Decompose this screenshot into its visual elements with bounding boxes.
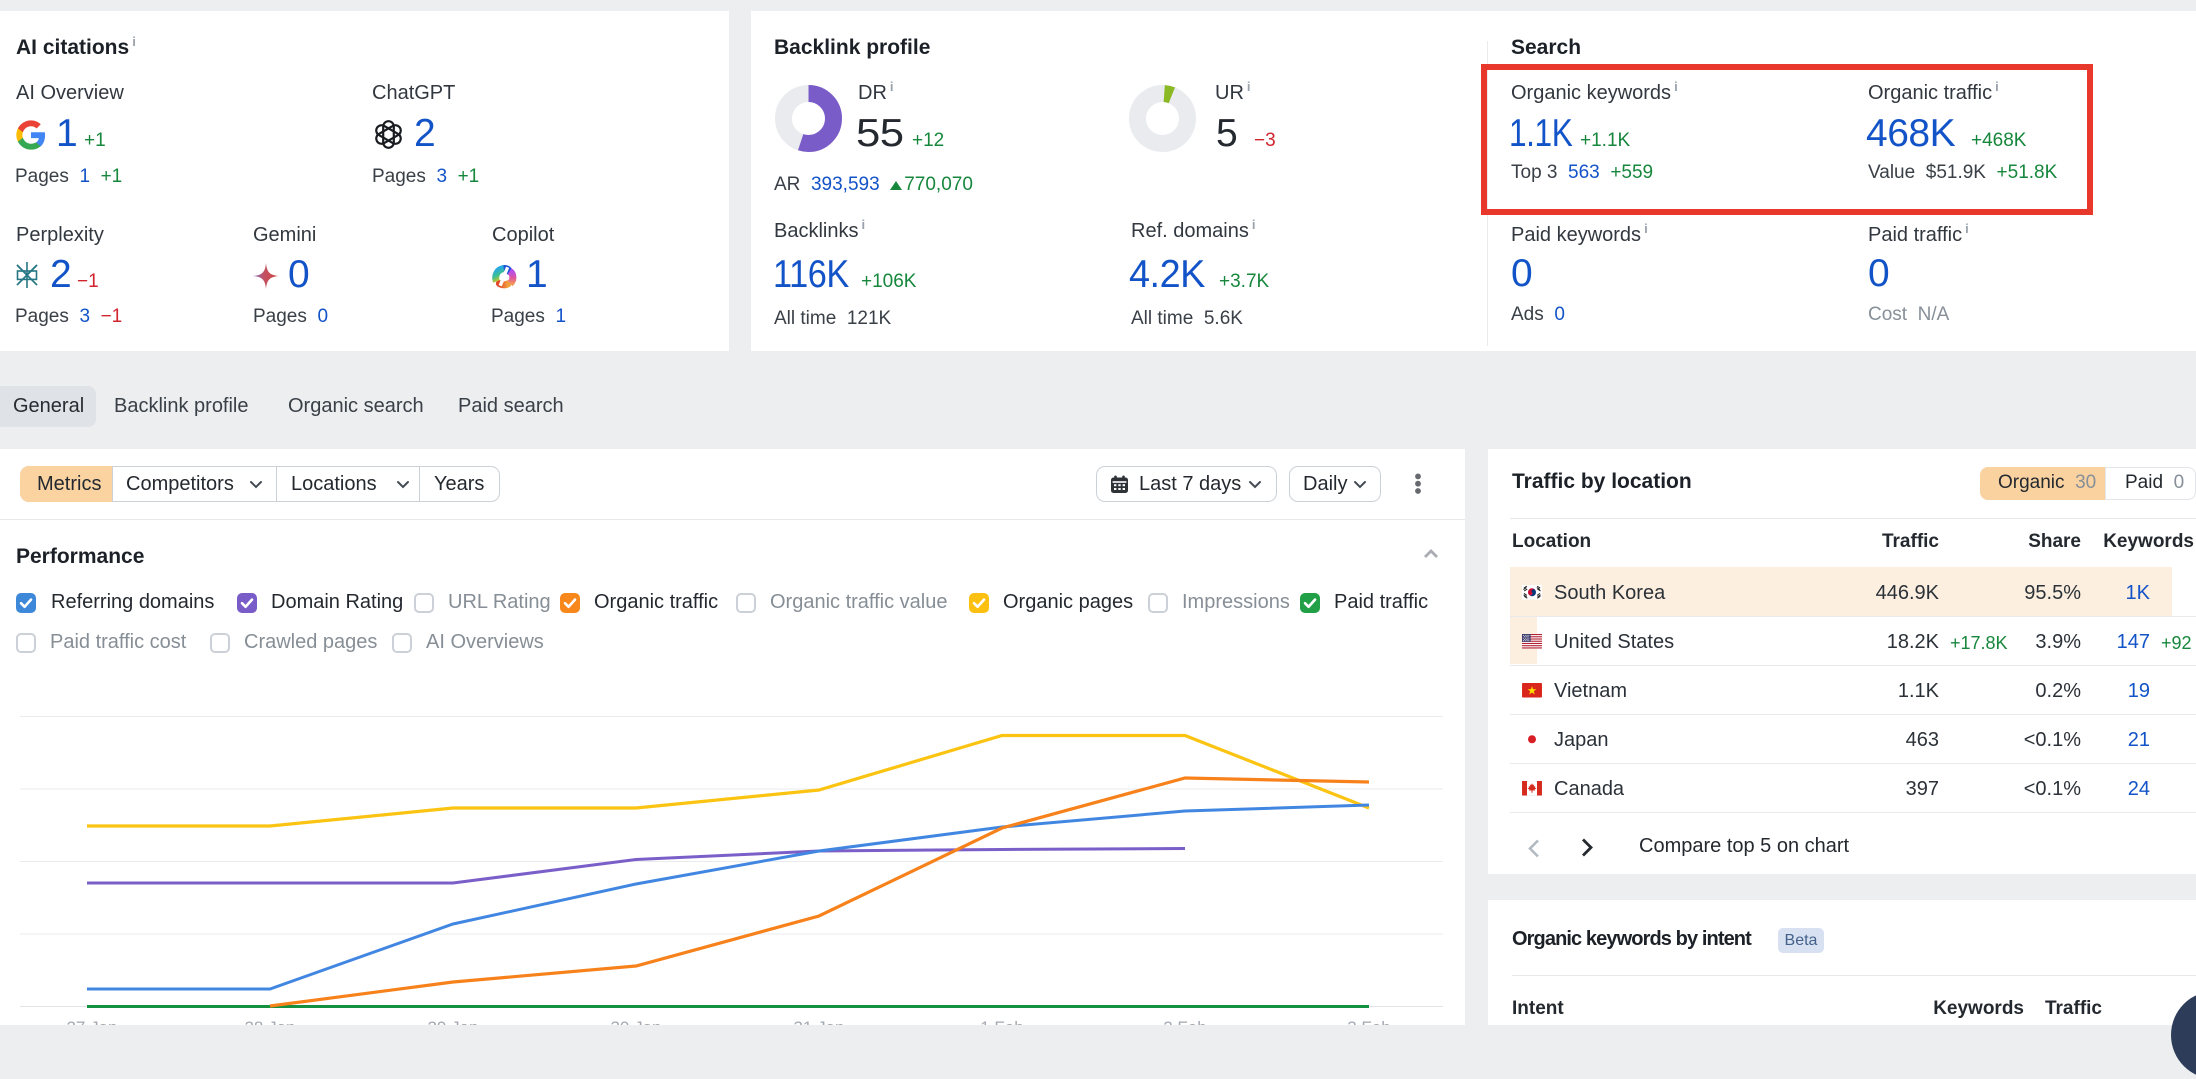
svg-text:28 Jan: 28 Jan xyxy=(244,1018,295,1025)
svg-text:29 Jan: 29 Jan xyxy=(427,1018,478,1025)
svg-text:30 Jan: 30 Jan xyxy=(610,1018,661,1025)
svg-text:3 Feb: 3 Feb xyxy=(1347,1018,1390,1025)
svg-text:27 Jan: 27 Jan xyxy=(66,1018,117,1025)
svg-text:1 Feb: 1 Feb xyxy=(980,1018,1023,1025)
svg-text:2 Feb: 2 Feb xyxy=(1163,1018,1206,1025)
svg-text:31 Jan: 31 Jan xyxy=(793,1018,844,1025)
